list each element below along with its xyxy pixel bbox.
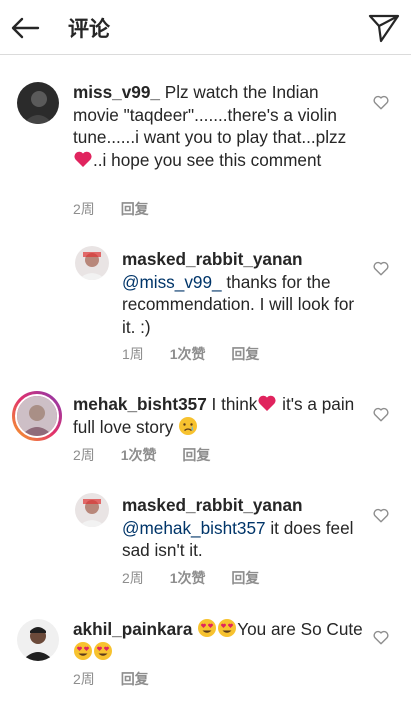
- comment-time: 2周: [73, 671, 95, 687]
- avatar[interactable]: [75, 493, 109, 527]
- comment-meta: 2周 回复: [73, 199, 171, 219]
- comment-username[interactable]: masked_rabbit_yanan: [122, 495, 303, 515]
- heart-outline-icon[interactable]: [373, 95, 389, 110]
- page-title: 评论: [68, 17, 110, 41]
- heart-outline-icon[interactable]: [373, 630, 389, 645]
- heart-eyes-face-icon: [94, 641, 112, 660]
- reply-text: masked_rabbit_yanan @miss_v99_ thanks fo…: [122, 248, 362, 338]
- reply-button[interactable]: 回复: [121, 669, 149, 689]
- red-heart-icon: [258, 395, 276, 411]
- comment-text: mehak_bisht357 I think it's a pain full …: [73, 393, 363, 438]
- likes-count[interactable]: 1次赞: [170, 344, 206, 364]
- likes-count[interactable]: 1次赞: [121, 445, 157, 465]
- heart-eyes-face-icon: [198, 619, 217, 637]
- reply-button[interactable]: 回复: [121, 199, 149, 219]
- heart-outline-icon[interactable]: [373, 261, 389, 276]
- mention-link[interactable]: @miss_v99_: [122, 272, 222, 292]
- comment-time: 2周: [73, 201, 95, 217]
- comment-meta: 2周 回复: [73, 669, 171, 689]
- heart-eyes-face-icon: [218, 619, 237, 637]
- comment-body: ..i hope you see this comment: [93, 149, 322, 170]
- reply-button[interactable]: 回复: [231, 568, 259, 588]
- avatar[interactable]: [17, 82, 59, 124]
- heart-outline-icon[interactable]: [373, 508, 389, 523]
- comment-body: You are So Cute: [237, 619, 363, 639]
- crying-face-icon: [179, 416, 198, 435]
- comment-username[interactable]: masked_rabbit_yanan: [122, 249, 303, 269]
- top-bar: 评论: [0, 0, 411, 55]
- comment-meta: 2周 1次赞 回复: [122, 568, 281, 588]
- send-direct-icon[interactable]: [367, 10, 401, 44]
- mention-link[interactable]: @mehak_bisht357: [122, 518, 266, 538]
- comment-text: miss_v99_ Plz watch the Indian movie "ta…: [73, 81, 363, 171]
- reply-button[interactable]: 回复: [182, 445, 210, 465]
- comment-meta: 2周 1次赞 回复: [73, 445, 232, 465]
- back-arrow-icon[interactable]: [8, 10, 44, 46]
- comment-time: 1周: [122, 346, 144, 362]
- avatar-story-ring[interactable]: [12, 391, 62, 441]
- comment-username[interactable]: miss_v99_: [73, 82, 160, 102]
- comment-body: I think: [211, 394, 258, 414]
- comment-text: akhil_painkara You are So Cute: [73, 618, 363, 663]
- comment-username[interactable]: mehak_bisht357: [73, 394, 207, 414]
- red-heart-icon: [74, 151, 92, 167]
- avatar[interactable]: [17, 619, 59, 661]
- heart-eyes-face-icon: [74, 641, 92, 660]
- likes-count[interactable]: 1次赞: [170, 568, 206, 588]
- comment-time: 2周: [122, 570, 144, 586]
- comment-username[interactable]: akhil_painkara: [73, 619, 192, 639]
- reply-button[interactable]: 回复: [231, 344, 259, 364]
- avatar[interactable]: [75, 246, 109, 280]
- comment-time: 2周: [73, 447, 95, 463]
- heart-outline-icon[interactable]: [373, 407, 389, 422]
- reply-text: masked_rabbit_yanan @mehak_bisht357 it d…: [122, 494, 362, 562]
- comment-meta: 1周 1次赞 回复: [122, 344, 281, 364]
